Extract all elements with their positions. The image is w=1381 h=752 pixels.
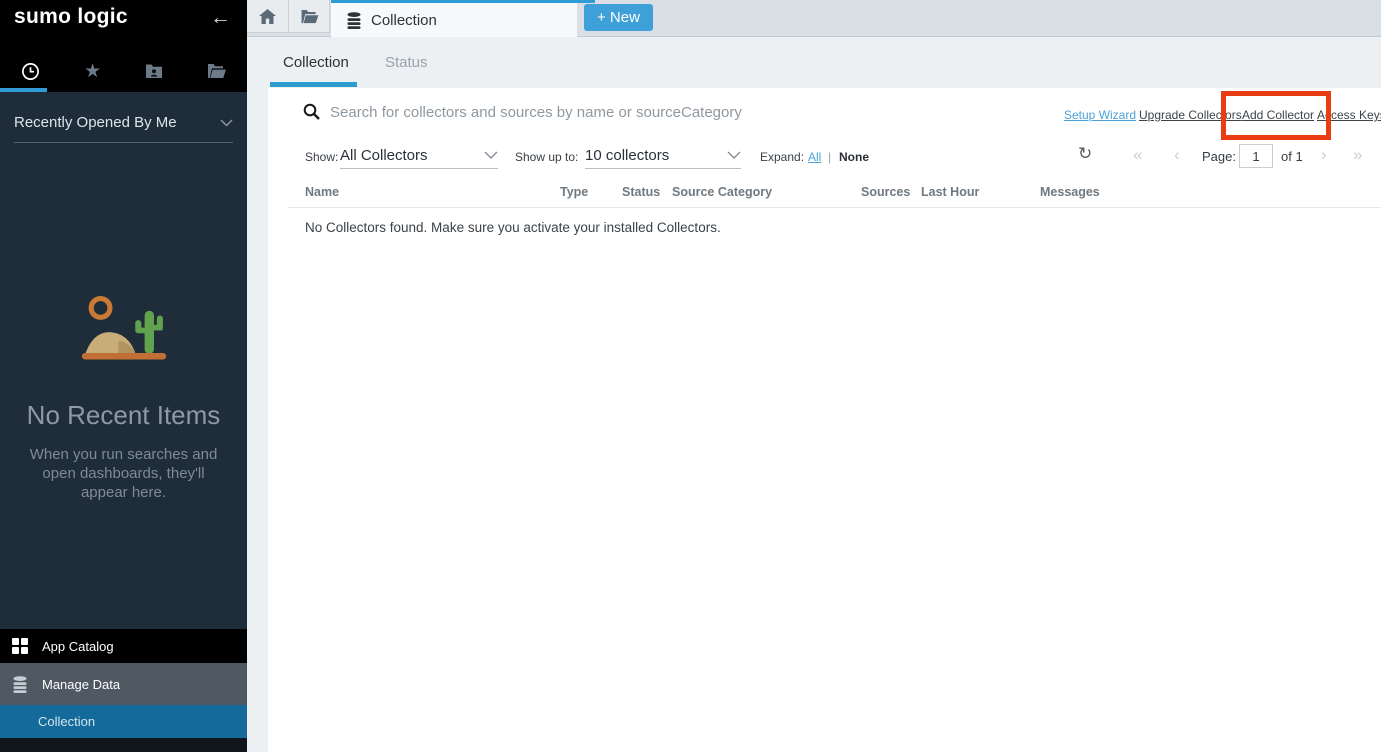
recent-filter-dropdown[interactable]: Recently Opened By Me — [14, 114, 233, 143]
column-header-last-hour[interactable]: Last Hour — [921, 185, 979, 199]
table-header-divider — [288, 207, 1381, 208]
sidebar-item-app-catalog[interactable]: App Catalog — [0, 629, 247, 663]
collection-label: Collection — [38, 714, 95, 729]
sumo-logic-logo: sumo logic — [14, 5, 128, 29]
top-tab-bar: Collection + New — [247, 0, 1381, 37]
database-icon — [12, 676, 28, 693]
sidebar-menu-filler — [0, 738, 247, 752]
sidebar-bottom-menu: App Catalog Manage Data Collection — [0, 629, 247, 752]
tab-accent-strip — [540, 0, 595, 3]
chevron-down-icon — [484, 151, 498, 159]
sidebar-item-manage-data[interactable]: Manage Data — [0, 663, 247, 705]
home-button[interactable] — [247, 0, 289, 33]
pagination-first-icon[interactable]: « — [1133, 145, 1142, 165]
page-total-label: of 1 — [1281, 149, 1303, 164]
show-up-to-label: Show up to: — [515, 150, 578, 164]
sidebar-empty-state: No Recent Items When you run searches an… — [0, 292, 247, 502]
chevron-down-icon — [220, 119, 233, 127]
manage-data-label: Manage Data — [42, 677, 120, 692]
subtab-collection[interactable]: Collection — [283, 54, 349, 71]
setup-wizard-link[interactable]: Setup Wizard — [1064, 108, 1136, 122]
subtab-bar: Collection Status — [247, 37, 1381, 88]
pagination-next-icon[interactable]: › — [1321, 145, 1327, 165]
show-dropdown[interactable]: All Collectors — [340, 142, 498, 169]
page-number-input[interactable] — [1239, 144, 1273, 168]
no-recent-items-description: When you run searches and open dashboard… — [22, 445, 225, 502]
sidebar: sumo logic ← ★ — [0, 0, 247, 752]
main-area: Collection + New Collection Status Setup… — [247, 0, 1381, 752]
collection-panel: Setup Wizard Upgrade Collectors Add Coll… — [268, 88, 1381, 752]
pagination-prev-icon[interactable]: ‹ — [1174, 145, 1180, 165]
column-header-type[interactable]: Type — [560, 185, 588, 199]
expand-label: Expand: — [760, 150, 804, 164]
add-collector-link[interactable]: Add Collector — [1242, 108, 1314, 122]
sidebar-header: sumo logic ← ★ — [0, 0, 247, 92]
new-button[interactable]: + New — [584, 4, 653, 31]
subtab-status[interactable]: Status — [385, 54, 428, 71]
empty-collectors-message: No Collectors found. Make sure you activ… — [305, 220, 721, 235]
pagination-last-icon[interactable]: » — [1353, 145, 1362, 165]
folder-user-icon — [145, 63, 163, 79]
search-icon — [303, 103, 320, 120]
collection-tab[interactable]: Collection — [331, 0, 577, 37]
upgrade-collectors-link[interactable]: Upgrade Collectors — [1139, 108, 1242, 122]
chevron-down-icon — [727, 151, 741, 159]
star-icon: ★ — [84, 60, 101, 83]
refresh-icon[interactable]: ↻ — [1078, 144, 1092, 164]
collapse-sidebar-icon[interactable]: ← — [210, 6, 231, 30]
column-header-source-category[interactable]: Source Category — [672, 185, 772, 199]
active-tab-underline — [0, 88, 47, 92]
page-label: Page: — [1202, 149, 1236, 164]
sidebar-icon-tabs: ★ — [0, 50, 247, 92]
tab-favorites[interactable]: ★ — [62, 50, 124, 92]
tab-personal-folder[interactable] — [124, 50, 186, 92]
expand-all-link[interactable]: All — [808, 150, 821, 164]
collection-tab-label: Collection — [371, 12, 437, 29]
app-catalog-label: App Catalog — [42, 639, 114, 654]
desert-illustration — [77, 292, 171, 367]
database-icon — [346, 12, 362, 29]
expand-separator: | — [828, 150, 831, 164]
clock-icon — [21, 62, 40, 81]
grid-icon — [12, 638, 28, 654]
show-label: Show: — [305, 150, 338, 164]
home-icon — [259, 9, 276, 24]
access-keys-link[interactable]: Access Keys — [1317, 108, 1381, 122]
sidebar-item-collection[interactable]: Collection — [0, 705, 247, 738]
show-dropdown-value: All Collectors — [340, 147, 428, 164]
search-input[interactable] — [330, 99, 950, 125]
column-header-name[interactable]: Name — [305, 185, 339, 199]
column-header-messages[interactable]: Messages — [1040, 185, 1100, 199]
show-up-to-dropdown[interactable]: 10 collectors — [585, 142, 741, 169]
show-up-to-dropdown-value: 10 collectors — [585, 147, 669, 164]
expand-none-link[interactable]: None — [839, 150, 869, 164]
open-folder-icon — [300, 9, 319, 24]
recent-filter-label: Recently Opened By Me — [14, 114, 177, 131]
column-header-sources[interactable]: Sources — [861, 185, 910, 199]
open-folder-icon — [207, 63, 226, 79]
column-header-status[interactable]: Status — [622, 185, 660, 199]
subtab-active-underline — [270, 82, 357, 87]
library-button[interactable] — [288, 0, 330, 33]
no-recent-items-title: No Recent Items — [0, 400, 247, 431]
tab-recent[interactable] — [0, 50, 62, 92]
tab-library[interactable] — [185, 50, 247, 92]
